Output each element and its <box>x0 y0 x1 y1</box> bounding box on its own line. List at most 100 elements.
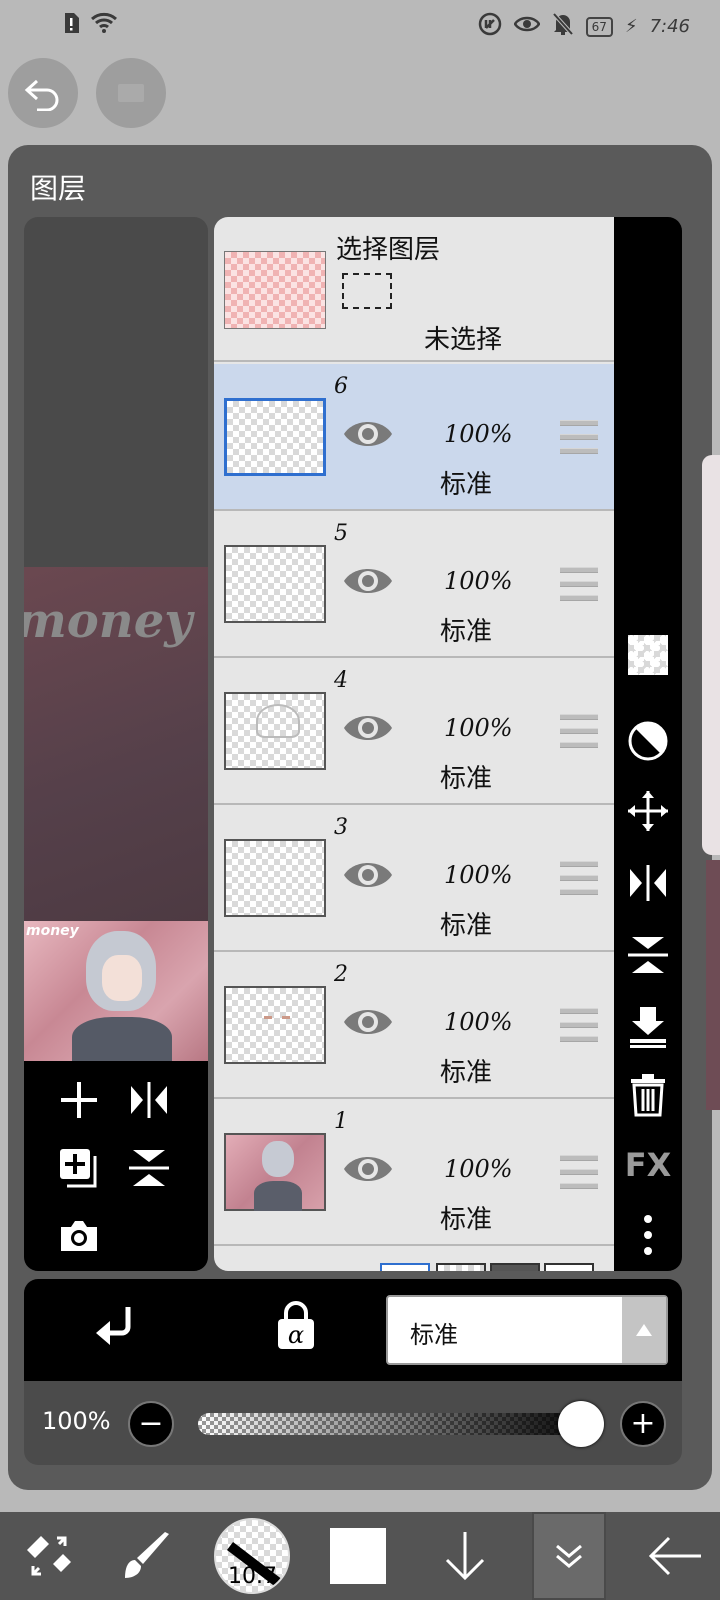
character-body <box>72 1017 172 1061</box>
brush-size-value: 10.7 <box>228 1564 277 1589</box>
layer-blend-mode: 标准 <box>440 764 493 794</box>
layer-panel: 图层 money money 选择图层 未选择 6 100% 标准 5 100%… <box>8 145 712 1490</box>
canvas-preview-column: money money <box>24 217 208 1271</box>
canvas-bg-custom-tab[interactable] <box>544 1263 594 1271</box>
layer-number: 1 <box>334 1109 348 1134</box>
layer-number: 2 <box>334 962 348 987</box>
layer-eyes-preview <box>264 1016 290 1019</box>
canvas-watermark: money <box>24 593 193 649</box>
dropdown-arrow-icon <box>622 1297 666 1363</box>
layer-art-preview-body <box>254 1181 302 1211</box>
duplicate-layer-icon <box>60 1149 97 1188</box>
layer-thumbnail <box>224 545 326 623</box>
layer-sketch-preview <box>256 704 300 738</box>
merge-down-button[interactable] <box>614 997 682 1057</box>
brush-tool-button[interactable] <box>112 1512 182 1600</box>
layer-number: 3 <box>334 815 348 840</box>
visibility-eye-icon[interactable] <box>342 563 394 603</box>
canvas-bg-white-tab[interactable] <box>380 1263 430 1271</box>
undo-button[interactable] <box>8 58 78 128</box>
visibility-eye-icon[interactable] <box>342 857 394 897</box>
layer-opacity: 100% <box>444 420 513 448</box>
layer-blend-mode: 标准 <box>440 911 493 941</box>
canvas-bg-dark-tab[interactable] <box>490 1263 540 1271</box>
drag-handle-icon[interactable] <box>560 567 598 601</box>
fx-button[interactable]: FX <box>614 1135 682 1195</box>
panel-title: 图层 <box>30 172 87 205</box>
battery-indicator: 67 <box>585 16 613 37</box>
opacity-value: 100% <box>42 1407 111 1435</box>
opacity-increase-button[interactable]: + <box>620 1401 666 1447</box>
back-button[interactable] <box>640 1512 710 1600</box>
opacity-decrease-button[interactable]: − <box>128 1401 174 1447</box>
wifi-icon <box>90 12 118 38</box>
visibility-eye-icon[interactable] <box>342 1151 394 1191</box>
tool-switch-button[interactable] <box>14 1512 84 1600</box>
move-layer-button[interactable] <box>614 781 682 841</box>
selection-layer-row[interactable]: 选择图层 未选择 <box>214 217 614 362</box>
canvas-thumbnail[interactable]: money <box>24 921 208 1061</box>
visibility-eye-icon[interactable] <box>342 1004 394 1044</box>
selection-thumbnail <box>224 251 326 329</box>
selection-status: 未选择 <box>424 325 503 355</box>
opacity-slider[interactable] <box>198 1413 598 1435</box>
brush-eraser-swap-icon <box>27 1536 71 1576</box>
layer-row-5[interactable]: 5 100% 标准 <box>214 511 614 658</box>
flip-vertical-button[interactable] <box>614 925 682 985</box>
bottom-toolbar: 10.7 <box>0 1512 720 1600</box>
visibility-eye-icon[interactable] <box>342 416 394 456</box>
delete-layer-button[interactable] <box>614 1065 682 1125</box>
layer-opacity: 100% <box>444 567 513 595</box>
flip-layer-horizontal-button[interactable] <box>124 1075 174 1125</box>
layer-thumbnail <box>224 692 326 770</box>
layer-blend-mode: 标准 <box>440 1205 493 1235</box>
layer-row-6[interactable]: 6 100% 标准 <box>214 364 614 511</box>
visibility-eye-icon[interactable] <box>342 710 394 750</box>
half-circle-icon <box>628 721 668 761</box>
flip-vertical-icon <box>628 937 668 973</box>
camera-icon <box>61 1221 97 1251</box>
scroll-down-button[interactable] <box>430 1512 500 1600</box>
minus-icon: − <box>138 1406 164 1441</box>
disabled-icon <box>118 84 144 102</box>
layer-row-3[interactable]: 3 100% 标准 <box>214 805 614 952</box>
selection-layer-title: 选择图层 <box>336 235 441 265</box>
layer-number: 4 <box>334 668 348 693</box>
drag-handle-icon[interactable] <box>560 714 598 748</box>
drag-handle-icon[interactable] <box>560 861 598 895</box>
brush-size-button[interactable]: 10.7 <box>214 1518 290 1594</box>
more-options-button[interactable] <box>614 1205 682 1265</box>
color-picker-button[interactable] <box>330 1528 386 1584</box>
clipping-button[interactable] <box>614 711 682 771</box>
opacity-slider-handle[interactable] <box>558 1401 604 1447</box>
layers-toggle-button[interactable] <box>532 1512 606 1600</box>
flip-layer-vertical-button[interactable] <box>124 1143 174 1193</box>
clipping-toggle-button[interactable] <box>92 1303 136 1355</box>
duplicate-layer-button[interactable] <box>54 1143 104 1193</box>
plus-icon <box>61 1082 97 1118</box>
add-layer-button[interactable] <box>54 1075 104 1125</box>
drag-handle-icon[interactable] <box>560 1008 598 1042</box>
svg-text:α: α <box>288 1321 304 1349</box>
layer-art-preview <box>262 1141 294 1177</box>
clock: 7:46 <box>649 16 690 37</box>
layer-row-2[interactable]: 2 100% 标准 <box>214 952 614 1099</box>
camera-import-button[interactable] <box>54 1211 104 1261</box>
layer-tools <box>24 1061 208 1271</box>
redo-button[interactable] <box>96 58 166 128</box>
layer-actions-toolbar: FX <box>614 217 682 1271</box>
layer-blend-mode: 标准 <box>440 617 493 647</box>
status-bar: 67 ⚡ 7:46 <box>0 0 720 50</box>
selection-marquee-icon <box>342 273 392 309</box>
alpha-lock-button[interactable]: α <box>274 1301 318 1355</box>
layer-row-1[interactable]: 1 100% 标准 <box>214 1099 614 1246</box>
blend-mode-select[interactable]: 标准 <box>386 1295 668 1365</box>
flip-horizontal-button[interactable] <box>614 853 682 913</box>
transparency-button[interactable] <box>614 625 682 685</box>
layer-row-4[interactable]: 4 100% 标准 <box>214 658 614 805</box>
layer-number: 6 <box>334 374 348 399</box>
drag-handle-icon[interactable] <box>560 420 598 454</box>
canvas-bg-transparent-tab[interactable] <box>436 1263 486 1271</box>
drag-handle-icon[interactable] <box>560 1155 598 1189</box>
more-vert-icon <box>644 1215 652 1255</box>
